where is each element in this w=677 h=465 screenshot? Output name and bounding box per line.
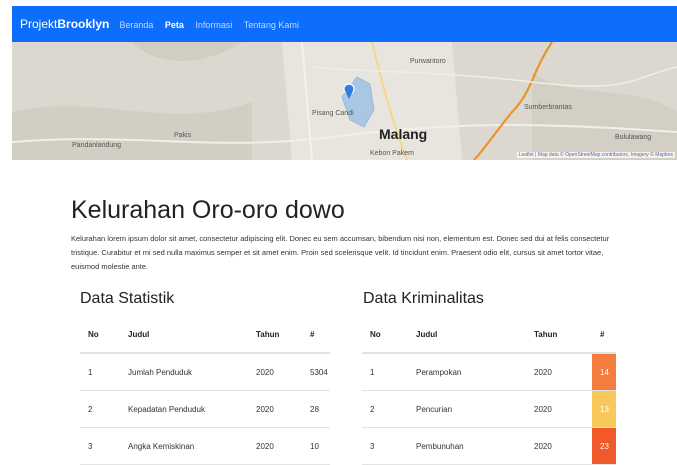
cell-tahun: 2020 [526, 390, 592, 428]
table-row: 2 Kepadatan Penduduk 2020 28 [80, 390, 330, 428]
cell-tahun: 2020 [526, 353, 592, 391]
cell-no: 3 [80, 427, 120, 465]
nav-link-beranda[interactable]: Beranda [119, 20, 153, 30]
table-row: 2 Pencurian 2020 13 [362, 390, 616, 428]
col-tahun: Tahun [248, 316, 302, 354]
table-header-row: No Judul Tahun # [80, 316, 330, 354]
cell-judul: Pencurian [408, 390, 526, 428]
col-value: # [302, 316, 330, 354]
kriminalitas-table: No Judul Tahun # 1 Perampokan 2020 14 2 … [362, 316, 616, 465]
brand-logo[interactable]: ProjektBrooklyn [20, 17, 109, 31]
table-row: 1 Perampokan 2020 14 [362, 353, 616, 391]
table-row: 1 Jumlah Penduduk 2020 5304 [80, 353, 330, 391]
cell-tahun: 2020 [248, 427, 302, 465]
col-tahun: Tahun [526, 316, 592, 354]
cell-value: 28 [302, 390, 330, 428]
nav-link-tentang-kami[interactable]: Tentang Kami [244, 20, 299, 30]
cell-no: 2 [80, 390, 120, 428]
col-value: # [592, 316, 616, 354]
table-row: 3 Angka Kemiskinan 2020 10 [80, 427, 330, 465]
cell-no: 1 [80, 353, 120, 391]
map-label: Kebon Pakem [370, 150, 414, 157]
cell-tahun: 2020 [248, 353, 302, 391]
nav-link-peta[interactable]: Peta [165, 20, 184, 30]
col-no: No [80, 316, 120, 354]
navbar: ProjektBrooklyn Beranda Peta Informasi T… [12, 6, 677, 42]
table-row: 3 Pembunuhan 2020 23 [362, 427, 616, 465]
map-view[interactable]: Purwantoro Pisang Candi Sumberbrantas Bu… [12, 42, 677, 160]
nav-link-informasi[interactable]: Informasi [195, 20, 232, 30]
cell-no: 1 [362, 353, 408, 391]
kriminalitas-title: Data Kriminalitas [363, 290, 484, 307]
map-label: Pakis [174, 132, 192, 139]
cell-value: 10 [302, 427, 330, 465]
nav-links: Beranda Peta Informasi Tentang Kami [119, 15, 305, 33]
statistik-title: Data Statistik [80, 290, 175, 307]
map-label: Bululawang [615, 134, 652, 141]
brand-bold: Brooklyn [57, 17, 110, 31]
cell-value: 5304 [302, 353, 330, 391]
cell-judul: Kepadatan Penduduk [120, 390, 248, 428]
cell-judul: Pembunuhan [408, 427, 526, 465]
map-attribution[interactable]: Leaflet | Map data © OpenStreetMap contr… [516, 152, 675, 158]
page-title: Kelurahan Oro-oro dowo [71, 196, 345, 224]
col-judul: Judul [408, 316, 526, 354]
cell-no: 3 [362, 427, 408, 465]
col-no: No [362, 316, 408, 354]
cell-judul: Angka Kemiskinan [120, 427, 248, 465]
col-judul: Judul [120, 316, 248, 354]
map-city-label: Malang [379, 126, 428, 142]
map-label: Pisang Candi [312, 110, 354, 117]
cell-judul: Jumlah Penduduk [120, 353, 248, 391]
map-label: Sumberbrantas [524, 104, 572, 111]
cell-judul: Perampokan [408, 353, 526, 391]
map-label: Purwantoro [410, 58, 446, 65]
statistik-table: No Judul Tahun # 1 Jumlah Penduduk 2020 … [80, 316, 330, 465]
cell-value-level: 14 [592, 353, 616, 391]
page-description: Kelurahan lorem ipsum dolor sit amet, co… [71, 234, 610, 271]
cell-value-level: 13 [592, 390, 616, 428]
map-label: Pandanlandung [72, 142, 122, 149]
cell-value-level: 23 [592, 427, 616, 465]
table-header-row: No Judul Tahun # [362, 316, 616, 354]
cell-no: 2 [362, 390, 408, 428]
cell-tahun: 2020 [526, 427, 592, 465]
cell-tahun: 2020 [248, 390, 302, 428]
brand-prefix: Projekt [20, 17, 58, 31]
